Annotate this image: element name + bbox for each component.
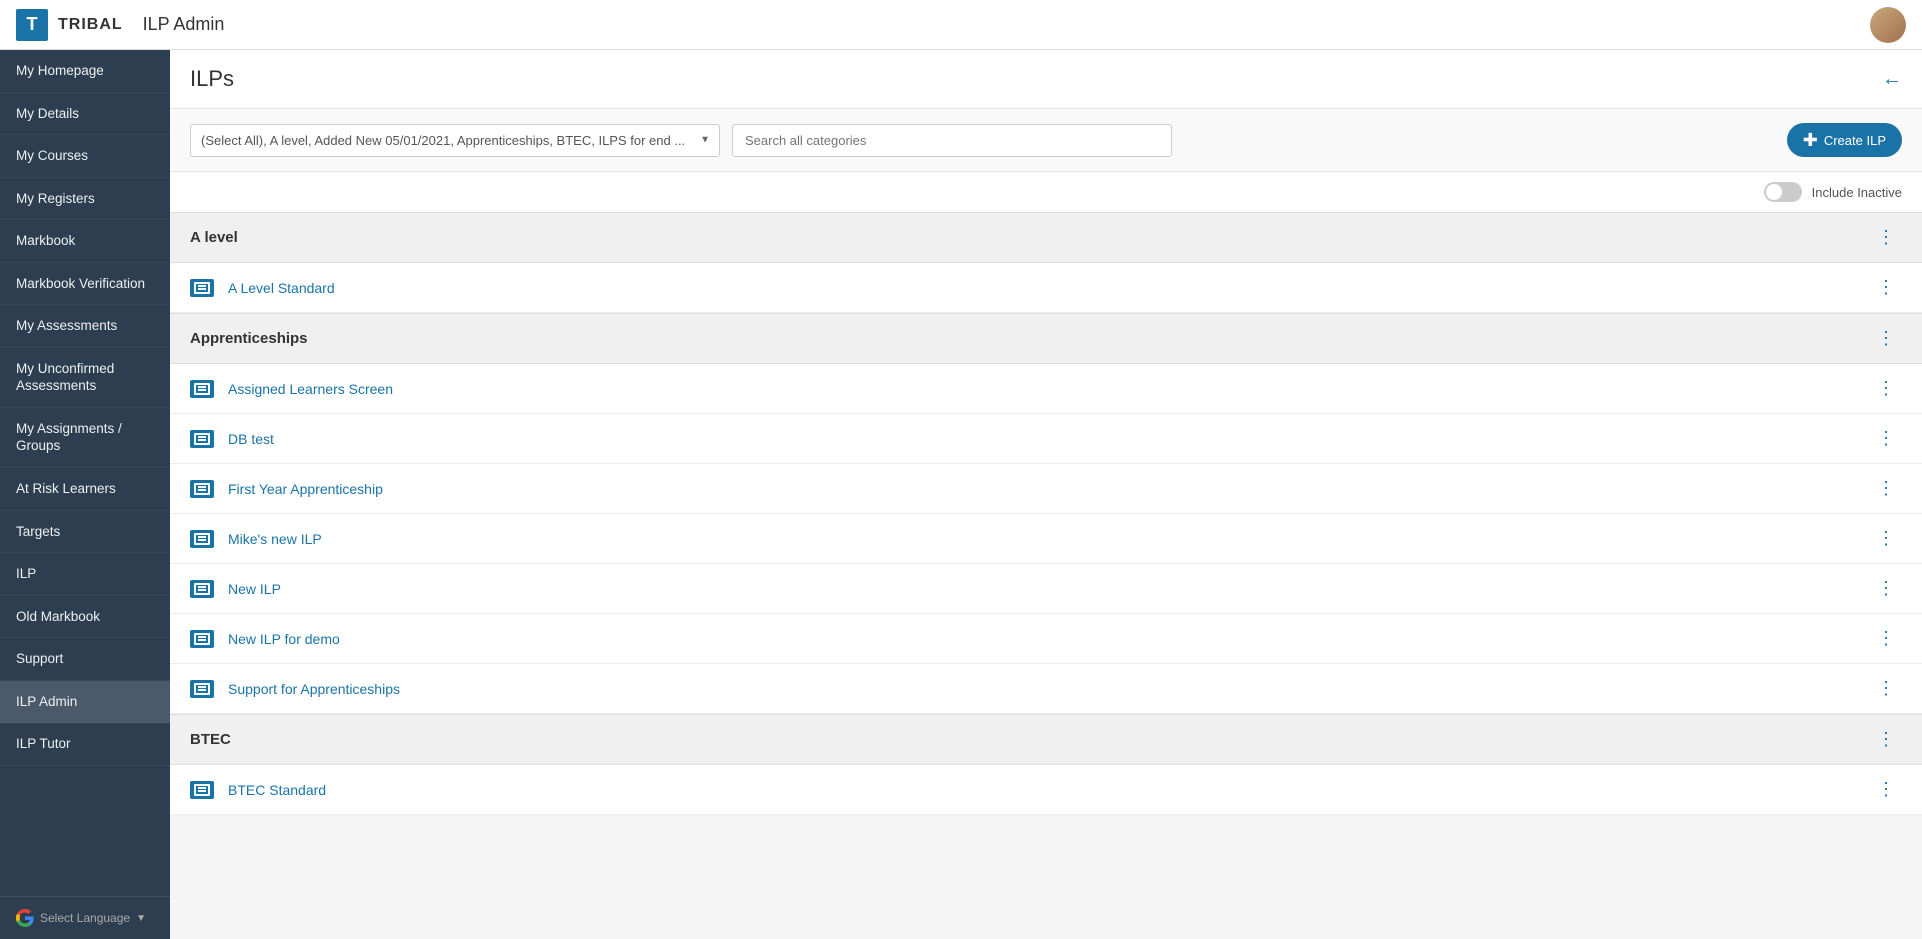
ilp-menu-button[interactable]: ⋮: [1871, 526, 1902, 551]
ilp-link-first-year-apprenticeship[interactable]: First Year Apprenticeship: [228, 481, 1871, 497]
category-name: Apprenticeships: [190, 330, 1871, 347]
category-header-btec: BTEC ⋮: [170, 714, 1922, 765]
ilp-menu-button[interactable]: ⋮: [1871, 376, 1902, 401]
ilp-icon: [190, 680, 214, 698]
ilp-icon-inner: [194, 483, 210, 495]
ilp-icon: [190, 430, 214, 448]
category-name: BTEC: [190, 731, 1871, 748]
category-filter-wrapper: (Select All), A level, Added New 05/01/2…: [190, 124, 720, 157]
ilp-link-db-test[interactable]: DB test: [228, 431, 1871, 447]
create-ilp-label: Create ILP: [1824, 133, 1886, 148]
ilp-icon-inner: [194, 633, 210, 645]
google-icon: [16, 909, 34, 927]
sidebar-item-ilp-tutor[interactable]: ILP Tutor: [0, 723, 170, 766]
include-inactive-bar: Include Inactive: [170, 172, 1922, 212]
ilp-icon-inner: [194, 533, 210, 545]
ilp-icon-inner: [194, 282, 210, 294]
ilp-menu-button[interactable]: ⋮: [1871, 676, 1902, 701]
category-menu-button[interactable]: ⋮: [1871, 225, 1902, 250]
sidebar-item-targets[interactable]: Targets: [0, 511, 170, 554]
sidebar-item-my-courses[interactable]: My Courses: [0, 135, 170, 178]
ilp-icon-inner: [194, 583, 210, 595]
ilp-icon: [190, 380, 214, 398]
sidebar-item-my-assignments-groups[interactable]: My Assignments / Groups: [0, 408, 170, 468]
ilp-row: First Year Apprenticeship ⋮: [170, 464, 1922, 514]
sidebar-item-my-assessments[interactable]: My Assessments: [0, 305, 170, 348]
ilp-icon: [190, 530, 214, 548]
ilp-link-assigned-learners-screen[interactable]: Assigned Learners Screen: [228, 381, 1871, 397]
ilp-icon: [190, 630, 214, 648]
sidebar-item-markbook[interactable]: Markbook: [0, 220, 170, 263]
ilps-panel: ILPs ← (Select All), A level, Added New …: [170, 50, 1922, 815]
category-menu-button[interactable]: ⋮: [1871, 727, 1902, 752]
ilp-menu-button[interactable]: ⋮: [1871, 275, 1902, 300]
sidebar-item-markbook-verification[interactable]: Markbook Verification: [0, 263, 170, 306]
logo-area: T TRIBAL: [16, 9, 123, 41]
search-input[interactable]: [732, 124, 1172, 157]
ilp-row: Support for Apprenticeships ⋮: [170, 664, 1922, 714]
ilp-icon-inner: [194, 683, 210, 695]
category-name: A level: [190, 229, 1871, 246]
categories-container: A level ⋮ A Level Standard ⋮ Apprentices…: [170, 212, 1922, 815]
ilp-menu-button[interactable]: ⋮: [1871, 777, 1902, 802]
select-language-label[interactable]: Select Language: [40, 911, 130, 925]
ilp-link-btec-standard[interactable]: BTEC Standard: [228, 782, 1871, 798]
ilp-icon-inner: [194, 383, 210, 395]
ilp-icon: [190, 580, 214, 598]
sidebar-item-my-homepage[interactable]: My Homepage: [0, 50, 170, 93]
ilps-header: ILPs ←: [170, 50, 1922, 109]
ilp-row: New ILP for demo ⋮: [170, 614, 1922, 664]
logo-t-icon: T: [16, 9, 48, 41]
ilp-link-support-for-apprenticeships[interactable]: Support for Apprenticeships: [228, 681, 1871, 697]
ilp-link-a-level-standard[interactable]: A Level Standard: [228, 280, 1871, 296]
sidebar-item-ilp-admin[interactable]: ILP Admin: [0, 681, 170, 724]
ilp-icon: [190, 279, 214, 297]
ilp-menu-button[interactable]: ⋮: [1871, 626, 1902, 651]
include-inactive-label: Include Inactive: [1812, 185, 1902, 200]
ilp-link-mikes-new-ilp[interactable]: Mike's new ILP: [228, 531, 1871, 547]
sidebar: My Homepage My Details My Courses My Reg…: [0, 50, 170, 939]
ilp-icon: [190, 480, 214, 498]
sidebar-item-my-details[interactable]: My Details: [0, 93, 170, 136]
sidebar-item-at-risk-learners[interactable]: At Risk Learners: [0, 468, 170, 511]
ilp-menu-button[interactable]: ⋮: [1871, 426, 1902, 451]
sidebar-item-my-unconfirmed-assessments[interactable]: My Unconfirmed Assessments: [0, 348, 170, 408]
ilp-menu-button[interactable]: ⋮: [1871, 576, 1902, 601]
main-content: ILPs ← (Select All), A level, Added New …: [170, 50, 1922, 939]
page-title: ILPs: [190, 66, 1882, 92]
ilp-row: Mike's new ILP ⋮: [170, 514, 1922, 564]
ilp-link-new-ilp-for-demo[interactable]: New ILP for demo: [228, 631, 1871, 647]
app-title: ILP Admin: [143, 14, 225, 35]
sidebar-item-support[interactable]: Support: [0, 638, 170, 681]
sidebar-item-my-registers[interactable]: My Registers: [0, 178, 170, 221]
ilp-row: New ILP ⋮: [170, 564, 1922, 614]
sidebar-footer: Select Language ▼: [0, 896, 170, 939]
create-ilp-button[interactable]: ✚ Create ILP: [1787, 123, 1902, 157]
select-language-chevron[interactable]: ▼: [136, 913, 146, 924]
avatar-image: [1870, 7, 1906, 43]
ilp-row: DB test ⋮: [170, 414, 1922, 464]
ilp-icon: [190, 781, 214, 799]
include-inactive-toggle[interactable]: [1764, 182, 1802, 202]
plus-icon: ✚: [1803, 131, 1818, 149]
layout: My Homepage My Details My Courses My Reg…: [0, 50, 1922, 939]
logo-tribal: TRIBAL: [58, 16, 123, 34]
ilp-row: BTEC Standard ⋮: [170, 765, 1922, 815]
filter-bar: (Select All), A level, Added New 05/01/2…: [170, 109, 1922, 172]
ilp-icon-inner: [194, 433, 210, 445]
top-header: T TRIBAL ILP Admin: [0, 0, 1922, 50]
category-menu-button[interactable]: ⋮: [1871, 326, 1902, 351]
ilp-row: A Level Standard ⋮: [170, 263, 1922, 313]
category-filter-select[interactable]: (Select All), A level, Added New 05/01/2…: [190, 124, 720, 157]
category-header-apprenticeships: Apprenticeships ⋮: [170, 313, 1922, 364]
sidebar-item-old-markbook[interactable]: Old Markbook: [0, 596, 170, 639]
ilp-icon-inner: [194, 784, 210, 796]
back-button[interactable]: ←: [1882, 68, 1902, 91]
sidebar-item-ilp[interactable]: ILP: [0, 553, 170, 596]
user-avatar[interactable]: [1870, 7, 1906, 43]
ilp-row: Assigned Learners Screen ⋮: [170, 364, 1922, 414]
ilp-link-new-ilp[interactable]: New ILP: [228, 581, 1871, 597]
category-header-a-level: A level ⋮: [170, 212, 1922, 263]
ilp-menu-button[interactable]: ⋮: [1871, 476, 1902, 501]
